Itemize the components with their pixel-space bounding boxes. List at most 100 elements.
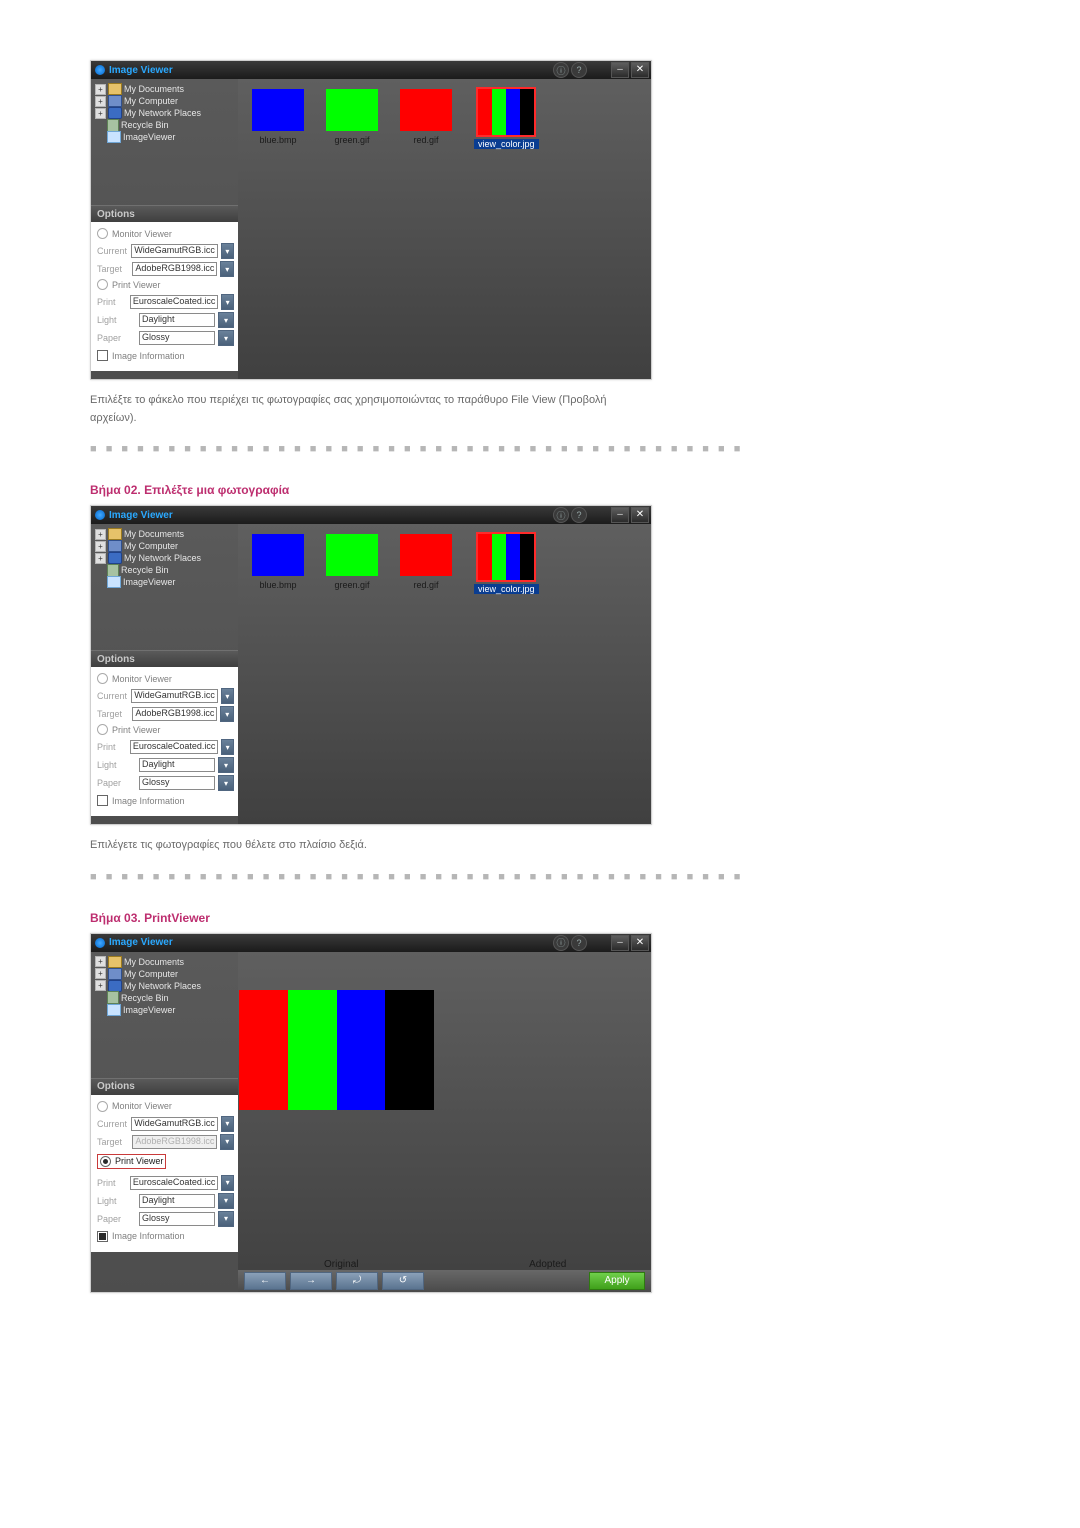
expander-icon[interactable]: + bbox=[95, 108, 106, 119]
tree-item-my-documents[interactable]: My Documents bbox=[124, 529, 184, 539]
tree-item-my-documents[interactable]: My Documents bbox=[124, 84, 184, 94]
folder-tree[interactable]: + My Documents + My Computer + My Network P… bbox=[91, 524, 238, 650]
checkbox-image-information[interactable] bbox=[97, 795, 108, 806]
titlebar-help-icon[interactable]: ? bbox=[571, 62, 587, 78]
chevron-down-icon[interactable]: ▾ bbox=[218, 1193, 234, 1209]
chevron-down-icon[interactable]: ▾ bbox=[221, 243, 234, 259]
expander-icon[interactable]: + bbox=[95, 96, 106, 107]
select-print[interactable]: EuroscaleCoated.icc bbox=[130, 295, 219, 309]
label-current: Current bbox=[97, 246, 127, 256]
select-target[interactable]: AdobeRGB1998.icc bbox=[132, 262, 217, 276]
zoom-lock-button[interactable]: ⤾ bbox=[336, 1272, 378, 1290]
expander-icon[interactable]: + bbox=[95, 553, 106, 564]
select-current[interactable]: WideGamutRGB.icc bbox=[131, 689, 218, 703]
titlebar-help-icon[interactable]: ? bbox=[571, 935, 587, 951]
next-button[interactable]: → bbox=[290, 1272, 332, 1290]
thumb-blue[interactable]: blue.bmp bbox=[252, 534, 304, 594]
thumb-blue[interactable]: blue.bmp bbox=[252, 89, 304, 149]
tree-item-my-computer[interactable]: My Computer bbox=[124, 969, 178, 979]
tree-item-recycle-bin[interactable]: Recycle Bin bbox=[121, 993, 169, 1003]
tree-item-my-computer[interactable]: My Computer bbox=[124, 541, 178, 551]
expander-icon[interactable]: + bbox=[95, 541, 106, 552]
select-light[interactable]: Daylight bbox=[139, 1194, 215, 1208]
tree-item-image-viewer[interactable]: ImageViewer bbox=[123, 1005, 175, 1015]
select-paper[interactable]: Glossy bbox=[139, 776, 215, 790]
titlebar[interactable]: Image Viewer ⓘ ? – ✕ bbox=[91, 61, 651, 79]
thumb-view-color[interactable]: view_color.jpg bbox=[474, 534, 539, 594]
radio-print-viewer[interactable] bbox=[100, 1156, 111, 1167]
titlebar[interactable]: Image Viewer ⓘ ? – ✕ bbox=[91, 506, 651, 524]
select-print[interactable]: EuroscaleCoated.icc bbox=[130, 1176, 219, 1190]
close-button[interactable]: ✕ bbox=[631, 62, 649, 78]
select-target[interactable]: AdobeRGB1998.icc bbox=[132, 707, 217, 721]
tree-item-my-network-places[interactable]: My Network Places bbox=[124, 108, 201, 118]
select-paper[interactable]: Glossy bbox=[139, 331, 215, 345]
recycle-bin-icon bbox=[107, 991, 119, 1004]
chevron-down-icon[interactable]: ▾ bbox=[218, 330, 234, 346]
chevron-down-icon[interactable]: ▾ bbox=[218, 757, 234, 773]
thumb-red[interactable]: red.gif bbox=[400, 534, 452, 594]
expander-icon[interactable]: + bbox=[95, 84, 106, 95]
thumbnail-image bbox=[400, 89, 452, 131]
checkbox-image-information[interactable] bbox=[97, 1231, 108, 1242]
titlebar-info-icon[interactable]: ⓘ bbox=[553, 935, 569, 951]
prev-button[interactable]: ← bbox=[244, 1272, 286, 1290]
close-button[interactable]: ✕ bbox=[631, 507, 649, 523]
titlebar[interactable]: Image Viewer ⓘ ? – ✕ bbox=[91, 934, 651, 952]
select-paper[interactable]: Glossy bbox=[139, 1212, 215, 1226]
select-target: AdobeRGB1998.icc bbox=[132, 1135, 217, 1149]
folder-tree[interactable]: + My Documents + My Computer + My Network P… bbox=[91, 952, 238, 1078]
label-current: Current bbox=[97, 1119, 127, 1129]
thumb-red[interactable]: red.gif bbox=[400, 89, 452, 149]
thumb-view-color[interactable]: view_color.jpg bbox=[474, 89, 539, 149]
minimize-button[interactable]: – bbox=[611, 62, 629, 78]
chevron-down-icon[interactable]: ▾ bbox=[218, 312, 234, 328]
chevron-down-icon[interactable]: ▾ bbox=[221, 1175, 234, 1191]
radio-monitor-viewer[interactable] bbox=[97, 228, 108, 239]
rotate-button[interactable]: ↺ bbox=[382, 1272, 424, 1290]
expander-icon[interactable]: + bbox=[95, 968, 106, 979]
radio-monitor-viewer[interactable] bbox=[97, 1101, 108, 1112]
tree-item-recycle-bin[interactable]: Recycle Bin bbox=[121, 120, 169, 130]
expander-icon[interactable]: + bbox=[95, 529, 106, 540]
chevron-down-icon[interactable]: ▾ bbox=[218, 775, 234, 791]
computer-icon bbox=[108, 540, 122, 552]
thumb-green[interactable]: green.gif bbox=[326, 89, 378, 149]
tree-item-my-documents[interactable]: My Documents bbox=[124, 957, 184, 967]
expander-icon[interactable]: + bbox=[95, 980, 106, 991]
radio-print-viewer[interactable] bbox=[97, 724, 108, 735]
app-icon bbox=[95, 510, 105, 520]
select-current[interactable]: WideGamutRGB.icc bbox=[131, 1117, 218, 1131]
titlebar-info-icon[interactable]: ⓘ bbox=[553, 62, 569, 78]
close-button[interactable]: ✕ bbox=[631, 935, 649, 951]
tree-item-my-network-places[interactable]: My Network Places bbox=[124, 981, 201, 991]
radio-print-viewer[interactable] bbox=[97, 279, 108, 290]
select-light[interactable]: Daylight bbox=[139, 313, 215, 327]
thumb-green[interactable]: green.gif bbox=[326, 534, 378, 594]
tree-item-my-network-places[interactable]: My Network Places bbox=[124, 553, 201, 563]
chevron-down-icon[interactable]: ▾ bbox=[220, 261, 234, 277]
expander-icon[interactable]: + bbox=[95, 956, 106, 967]
chevron-down-icon[interactable]: ▾ bbox=[221, 688, 234, 704]
apply-button[interactable]: Apply bbox=[589, 1272, 645, 1290]
select-print[interactable]: EuroscaleCoated.icc bbox=[130, 740, 219, 754]
checkbox-image-information[interactable] bbox=[97, 350, 108, 361]
titlebar-info-icon[interactable]: ⓘ bbox=[553, 507, 569, 523]
label-target: Target bbox=[97, 709, 128, 719]
chevron-down-icon[interactable]: ▾ bbox=[221, 294, 234, 310]
select-current[interactable]: WideGamutRGB.icc bbox=[131, 244, 218, 258]
chevron-down-icon[interactable]: ▾ bbox=[220, 706, 234, 722]
tree-item-my-computer[interactable]: My Computer bbox=[124, 96, 178, 106]
tree-item-image-viewer[interactable]: ImageViewer bbox=[123, 132, 175, 142]
minimize-button[interactable]: – bbox=[611, 935, 629, 951]
tree-item-image-viewer[interactable]: ImageViewer bbox=[123, 577, 175, 587]
chevron-down-icon[interactable]: ▾ bbox=[218, 1211, 234, 1227]
select-light[interactable]: Daylight bbox=[139, 758, 215, 772]
radio-monitor-viewer[interactable] bbox=[97, 673, 108, 684]
folder-tree[interactable]: + My Documents + My Computer + My Network P… bbox=[91, 79, 238, 205]
minimize-button[interactable]: – bbox=[611, 507, 629, 523]
chevron-down-icon[interactable]: ▾ bbox=[221, 1116, 234, 1132]
chevron-down-icon[interactable]: ▾ bbox=[221, 739, 234, 755]
tree-item-recycle-bin[interactable]: Recycle Bin bbox=[121, 565, 169, 575]
titlebar-help-icon[interactable]: ? bbox=[571, 507, 587, 523]
